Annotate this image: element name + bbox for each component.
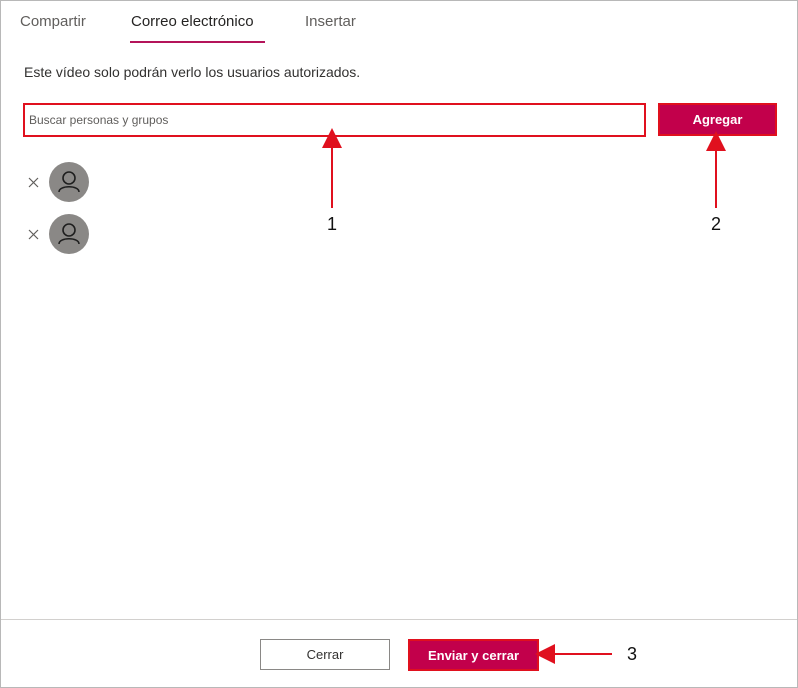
close-icon[interactable] bbox=[23, 172, 43, 192]
send-and-close-button[interactable]: Enviar y cerrar bbox=[408, 639, 539, 671]
close-button-label: Cerrar bbox=[306, 647, 344, 662]
add-button[interactable]: Agregar bbox=[658, 103, 777, 136]
active-tab-indicator bbox=[130, 41, 265, 43]
annotation-label-3: 3 bbox=[627, 644, 638, 664]
search-input[interactable] bbox=[23, 103, 646, 137]
annotation-label-2: 2 bbox=[711, 214, 722, 234]
send-button-label: Enviar y cerrar bbox=[427, 647, 520, 663]
person-icon bbox=[58, 223, 80, 245]
access-description: Este vídeo solo podrán verlo los usuario… bbox=[24, 64, 361, 80]
tab-bar: Compartir Correo electrónico Insertar bbox=[1, 1, 797, 45]
share-dialog: Compartir Correo electrónico Insertar Es… bbox=[0, 0, 798, 688]
avatar bbox=[49, 162, 89, 202]
annotation-label-1: 1 bbox=[327, 214, 338, 234]
close-button[interactable]: Cerrar bbox=[260, 639, 390, 670]
person-icon bbox=[58, 171, 80, 193]
list-item-person bbox=[23, 162, 93, 204]
list-item-person bbox=[23, 214, 93, 256]
tab-correo-electronico[interactable]: Correo electrónico bbox=[131, 13, 254, 30]
avatar bbox=[49, 214, 89, 254]
footer-divider bbox=[1, 619, 797, 620]
add-button-label: Agregar bbox=[692, 112, 743, 127]
tab-insertar[interactable]: Insertar bbox=[305, 13, 356, 30]
close-icon[interactable] bbox=[23, 224, 43, 244]
tab-compartir[interactable]: Compartir bbox=[20, 13, 86, 30]
